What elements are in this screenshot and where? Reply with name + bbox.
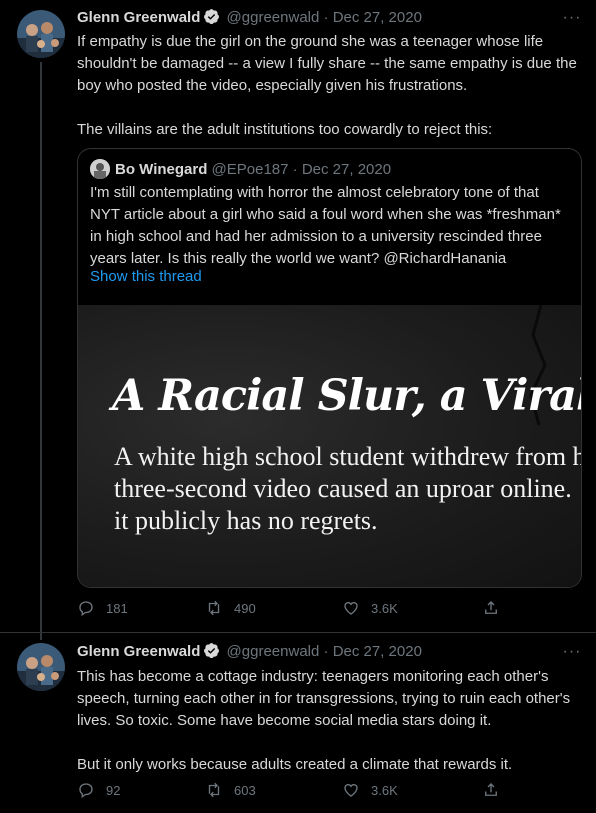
avatar[interactable] [17,643,65,691]
share-button[interactable] [482,780,511,800]
quoted-author-name: Bo Winegard [115,161,208,178]
image-subheadline-line: three-second video caused an uproar onli… [114,474,572,503]
verified-badge-icon [203,8,220,31]
image-headline: A Racial Slur, a Viral [112,371,581,421]
retweet-button[interactable]: 603 [205,780,256,800]
quoted-avatar [90,159,110,179]
share-icon [485,783,497,796]
retweet-icon [208,782,220,798]
tweet-text: If empathy is due the girl on the ground… [77,31,582,141]
quoted-media-image[interactable]: A Racial Slur, a Viral A white high scho… [78,305,581,587]
like-button[interactable]: 3.6K [342,780,398,800]
quoted-author-handle: @EPoe187 [211,161,289,178]
tweet-actions: 181 490 3.6K [77,598,517,618]
verified-badge-icon [203,642,220,665]
reply-button[interactable]: 181 [77,598,128,618]
separator-dot: · [323,643,329,660]
tweet-actions: 92 603 3.6K [77,780,517,800]
tweet-header: Glenn Greenwald @ggreenwald · Dec 27, 20… [77,642,422,662]
heart-icon [344,602,358,615]
tweet-paragraph: But it only works because adults created… [77,756,513,773]
image-subheadline-line: it publicly has no regrets. [114,506,378,535]
reply-icon [79,783,93,799]
more-dots-icon[interactable]: ··· [560,644,584,666]
quoted-tweet-text: I'm still contemplating with horror the … [90,184,561,267]
tweet-paragraph: The villains are the adult institutions … [77,121,493,138]
author-handle[interactable]: @ggreenwald [227,9,320,26]
image-subheadline: A white high school student withdrew fro… [114,441,581,537]
share-button[interactable] [482,598,511,618]
separator-dot: · [292,161,298,178]
reply-count: 92 [106,782,121,798]
quoted-tweet-header: Bo Winegard @EPoe187 · Dec 27, 2020 [90,159,391,179]
quoted-tweet-date: Dec 27, 2020 [301,161,392,178]
like-count: 3.6K [371,782,398,798]
reply-count: 181 [106,600,128,616]
like-button[interactable]: 3.6K [342,598,398,618]
tweet-2[interactable]: Glenn Greenwald @ggreenwald · Dec 27, 20… [0,633,596,813]
avatar[interactable] [17,10,65,58]
retweet-count: 490 [234,600,256,616]
thread-line [40,62,42,640]
heart-icon [344,784,358,797]
tweet-1[interactable]: Glenn Greenwald @ggreenwald · Dec 27, 20… [0,0,596,640]
retweet-count: 603 [234,782,256,798]
quoted-tweet[interactable]: Bo Winegard @EPoe187 · Dec 27, 2020 I'm … [77,148,582,588]
author-handle[interactable]: @ggreenwald [227,643,320,660]
image-subheadline-line: A white high school student withdrew fro… [114,442,581,471]
tweet-text: This has become a cottage industry: teen… [77,666,582,776]
share-icon [485,601,497,614]
reply-button[interactable]: 92 [77,780,120,800]
tweet-header: Glenn Greenwald @ggreenwald · Dec 27, 20… [77,8,422,28]
separator-dot: · [323,9,329,26]
tweet-date[interactable]: Dec 27, 2020 [333,643,422,660]
retweet-button[interactable]: 490 [205,598,256,618]
tweet-paragraph: This has become a cottage industry: teen… [77,668,571,729]
author-name[interactable]: Glenn Greenwald [77,9,200,26]
tweet-date[interactable]: Dec 27, 2020 [333,9,422,26]
tweet-paragraph: If empathy is due the girl on the ground… [77,33,577,94]
more-dots-icon[interactable]: ··· [560,10,584,32]
show-thread-link[interactable]: Show this thread [90,267,202,287]
author-name[interactable]: Glenn Greenwald [77,643,200,660]
retweet-icon [208,600,220,616]
like-count: 3.6K [371,600,398,616]
reply-icon [79,601,93,617]
